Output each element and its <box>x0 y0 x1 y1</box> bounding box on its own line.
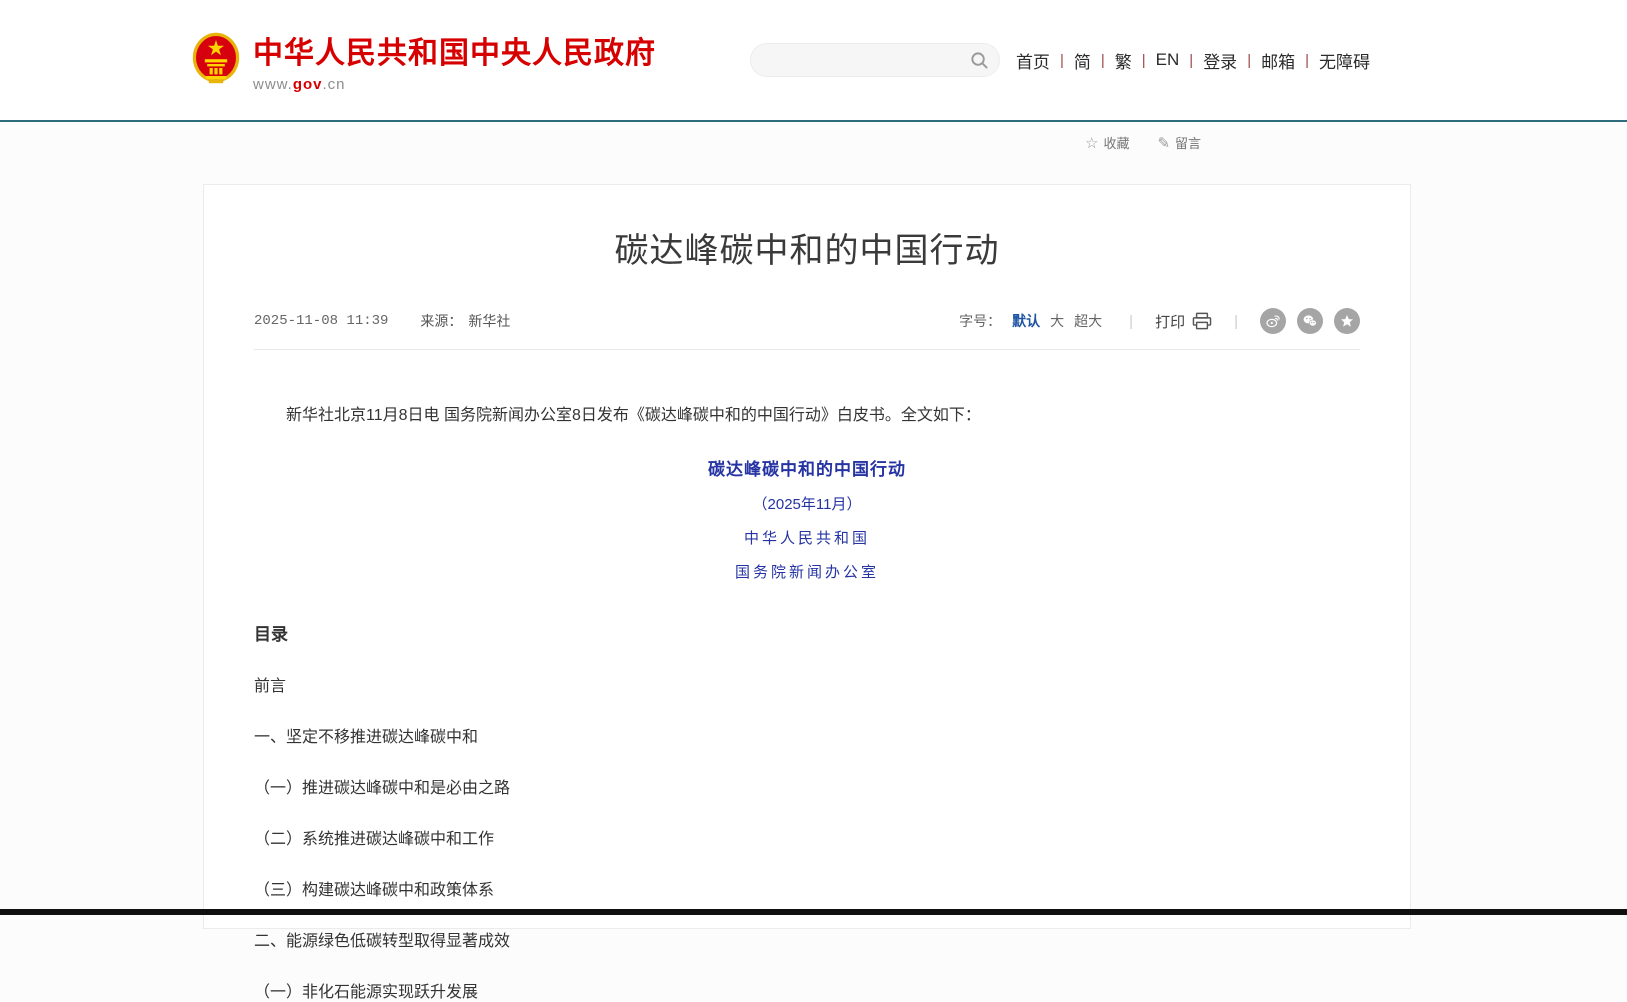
site-url-prefix: www. <box>253 76 293 93</box>
nav-login[interactable]: 登录 <box>1203 48 1237 73</box>
document-org-line2: 国务院新闻办公室 <box>254 561 1360 582</box>
national-emblem-icon <box>192 32 240 88</box>
share-wechat-icon[interactable] <box>1297 308 1323 334</box>
font-size-label: 字号： <box>959 311 1001 331</box>
print-button[interactable]: 打印 <box>1155 311 1212 332</box>
comment-label: 留言 <box>1175 133 1201 152</box>
nav-simplified[interactable]: 简 <box>1074 48 1091 73</box>
font-size-xlarge-button[interactable]: 超大 <box>1074 311 1102 331</box>
nav-home[interactable]: 首页 <box>1016 48 1050 73</box>
tools-separator: | <box>1234 313 1238 330</box>
publish-date: 2025-11-08 11:39 <box>254 313 388 329</box>
site-title: 中华人民共和国中央人民政府 <box>253 28 656 72</box>
tools-separator: | <box>1129 313 1133 330</box>
font-size-large-button[interactable]: 大 <box>1050 311 1064 331</box>
toc-item-2-1: （一）非化石能源实现跃升发展 <box>254 978 1360 1002</box>
article-title: 碳达峰碳中和的中国行动 <box>254 223 1360 272</box>
quick-actions: ☆ 收藏 ✎ 留言 <box>1085 133 1201 152</box>
share-weibo-icon[interactable] <box>1260 308 1286 334</box>
nav-separator: | <box>1247 52 1251 69</box>
nav-traditional[interactable]: 繁 <box>1115 48 1132 73</box>
nav-english[interactable]: EN <box>1156 50 1180 70</box>
share-favorite-icon[interactable] <box>1334 308 1360 334</box>
search-icon[interactable] <box>970 51 989 70</box>
printer-icon <box>1192 312 1212 330</box>
toc-item-1-2: （二）系统推进碳达峰碳中和工作 <box>254 825 1360 849</box>
article-lead-paragraph: 新华社北京11月8日电 国务院新闻办公室8日发布《碳达峰碳中和的中国行动》白皮书… <box>254 402 1360 429</box>
nav-separator: | <box>1101 52 1105 69</box>
nav-accessibility[interactable]: 无障碍 <box>1319 48 1370 73</box>
bottom-edge-bar <box>0 909 1627 915</box>
toc-title: 目录 <box>254 620 1360 645</box>
toc-item-1-3: （三）构建碳达峰碳中和政策体系 <box>254 876 1360 900</box>
search-box[interactable] <box>750 43 1000 77</box>
toc-item-2: 二、能源绿色低碳转型取得显著成效 <box>254 927 1360 951</box>
toc-item-preface: 前言 <box>254 672 1360 696</box>
document-date: （2025年11月） <box>254 493 1360 514</box>
article-card: 碳达峰碳中和的中国行动 2025-11-08 11:39 来源： 新华社 字号：… <box>203 184 1411 929</box>
article-meta-row: 2025-11-08 11:39 来源： 新华社 字号： 默认 大 超大 | 打… <box>254 308 1360 334</box>
nav-separator: | <box>1060 52 1064 69</box>
meta-divider <box>254 349 1360 350</box>
comment-link[interactable]: ✎ 留言 <box>1157 133 1201 152</box>
site-url-suffix: .cn <box>323 76 346 93</box>
print-label: 打印 <box>1155 311 1185 332</box>
favorite-label: 收藏 <box>1103 133 1129 152</box>
source-label: 来源： <box>420 311 462 331</box>
top-nav: 首页 | 简 | 繁 | EN | 登录 | 邮箱 | 无障碍 <box>1016 48 1370 73</box>
toc-item-1: 一、坚定不移推进碳达峰碳中和 <box>254 723 1360 747</box>
share-group <box>1260 308 1360 334</box>
nav-separator: | <box>1305 52 1309 69</box>
search-input[interactable] <box>767 52 970 68</box>
site-brand[interactable]: 中华人民共和国中央人民政府 www.gov.cn <box>192 28 656 93</box>
document-title: 碳达峰碳中和的中国行动 <box>254 455 1360 480</box>
document-org-line1: 中华人民共和国 <box>254 527 1360 548</box>
site-url-gov: gov <box>293 76 323 93</box>
star-icon: ☆ <box>1085 134 1098 152</box>
article-tools: 字号： 默认 大 超大 | 打印 | <box>959 308 1360 334</box>
nav-separator: | <box>1142 52 1146 69</box>
source-value[interactable]: 新华社 <box>468 311 510 331</box>
pencil-icon: ✎ <box>1157 134 1170 152</box>
font-size-default-button[interactable]: 默认 <box>1012 311 1040 331</box>
toc-item-1-1: （一）推进碳达峰碳中和是必由之路 <box>254 774 1360 798</box>
site-url: www.gov.cn <box>253 76 656 93</box>
nav-mail[interactable]: 邮箱 <box>1261 48 1295 73</box>
favorite-link[interactable]: ☆ 收藏 <box>1085 133 1129 152</box>
site-header: 中华人民共和国中央人民政府 www.gov.cn 首页 | 简 | 繁 | EN… <box>0 0 1627 122</box>
nav-separator: | <box>1189 52 1193 69</box>
